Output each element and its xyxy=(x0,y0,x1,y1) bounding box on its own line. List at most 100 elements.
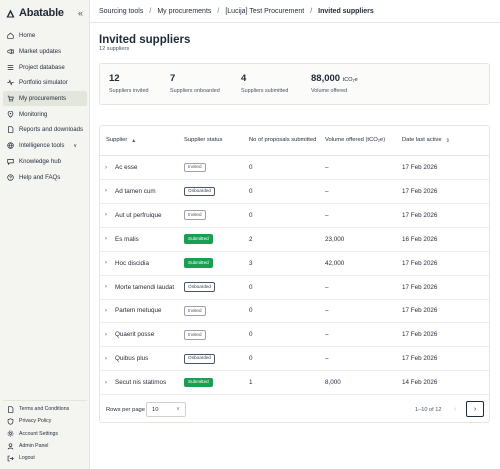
status-badge-cell: Onboarded xyxy=(184,347,215,370)
sidebar-item-terms-and-conditions[interactable]: Terms and Conditions xyxy=(3,403,87,415)
stat-volume: 88,000 tCO₂e Volume offered xyxy=(311,73,358,94)
supplier-name[interactable]: Quibus plus xyxy=(115,347,148,370)
document-icon xyxy=(6,405,14,413)
sidebar-item-help-and-faqs[interactable]: Help and FAQs xyxy=(3,169,87,185)
sidebar-item-project-database[interactable]: Project database xyxy=(3,59,87,75)
breadcrumb-separator: / xyxy=(217,8,220,15)
expand-row-icon[interactable]: › xyxy=(105,276,107,299)
collapse-sidebar-icon[interactable]: « xyxy=(78,8,83,18)
supplier-name[interactable]: Quaerit posse xyxy=(115,323,154,346)
main-nav: Home Market updates Project database Portfo… xyxy=(3,28,87,185)
expand-row-icon[interactable]: › xyxy=(105,180,107,203)
sidebar-item-intelligence-tools[interactable]: Intelligence tools ∨ xyxy=(3,138,87,154)
volume-offered: – xyxy=(325,283,329,291)
column-header-label: Supplier status xyxy=(184,137,223,144)
breadcrumb-procurement[interactable]: [Lucija] Test Procurement xyxy=(225,8,304,15)
proposals-count: 0 xyxy=(249,331,253,339)
sidebar-item-portfolio-simulator[interactable]: Portfolio simulator xyxy=(3,75,87,91)
column-header-volume: Volume offered (tCO₂e) xyxy=(325,126,385,156)
sidebar-item-account-settings[interactable]: Account Settings xyxy=(3,428,87,440)
page-subtitle: 12 suppliers xyxy=(99,46,130,52)
sidebar-item-reports-and-downloads[interactable]: Reports and downloads xyxy=(3,122,87,138)
sort-ascending-icon[interactable]: ▲ xyxy=(131,138,136,145)
date-last-active: 17 Feb 2026 xyxy=(402,164,438,171)
table-row[interactable]: › Morte tamendi laudat Onboarded 0 – 17 Feb 2… xyxy=(100,276,489,300)
stat-value: 4 xyxy=(241,73,247,84)
supplier-name[interactable]: Secut nis statimos xyxy=(115,371,166,394)
table-row[interactable]: › Ac esse Invited 0 – 17 Feb 2026 xyxy=(100,156,489,180)
volume-offered: – xyxy=(325,331,329,339)
stat-value: 7 xyxy=(170,73,176,84)
breadcrumb-separator: / xyxy=(149,8,152,15)
expand-row-icon[interactable]: › xyxy=(105,228,107,251)
stat-unit: tCO₂e xyxy=(342,77,358,83)
table-row[interactable]: › Hoc discidia Submitted 3 42,000 17 Feb 2026 xyxy=(100,252,489,276)
date-last-active: 17 Feb 2026 xyxy=(402,331,438,339)
breadcrumb-my-procurements[interactable]: My procurements xyxy=(157,8,211,15)
status-badge: Invited xyxy=(184,210,206,221)
chevron-right-icon: › xyxy=(473,405,477,413)
sidebar-item-label: Knowledge hub xyxy=(19,157,62,165)
supplier-name[interactable]: Aut ut perfruique xyxy=(115,204,162,227)
sidebar-item-market-updates[interactable]: Market updates xyxy=(3,44,87,60)
sidebar-item-label: Logout xyxy=(19,455,35,462)
expand-row-icon[interactable]: › xyxy=(105,347,107,370)
supplier-name[interactable]: Es malis xyxy=(115,228,139,251)
status-badge-cell: Invited xyxy=(184,299,206,322)
sidebar-item-monitoring[interactable]: Monitoring xyxy=(3,106,87,122)
chevron-down-icon[interactable]: ∨ xyxy=(73,143,77,149)
logo-mark-icon xyxy=(6,8,15,18)
sidebar-item-my-procurements[interactable]: My procurements xyxy=(3,90,87,107)
expand-row-icon[interactable]: › xyxy=(105,299,107,322)
table-row[interactable]: › Quaerit posse Invited 0 – 17 Feb 2026 xyxy=(100,323,489,348)
supplier-name[interactable]: Ad tamen cum xyxy=(115,180,156,203)
expand-row-icon[interactable]: › xyxy=(105,156,107,179)
date-last-active: 17 Feb 2026 xyxy=(402,187,438,195)
date-last-active: 14 Feb 2026 xyxy=(402,379,438,387)
breadcrumb: Sourcing tools / My procurements / [Luci… xyxy=(99,8,374,15)
column-header-date[interactable]: Date last active ⇕ xyxy=(402,126,450,156)
date-last-active: 17 Feb 2026 xyxy=(402,259,438,267)
table-row[interactable]: › Es malis Submitted 2 23,000 16 Feb 2026 xyxy=(100,228,489,252)
sidebar-item-label: Terms and Conditions xyxy=(19,406,70,413)
stat-value: 12 xyxy=(109,73,120,84)
next-page-button[interactable]: › xyxy=(466,401,484,417)
status-badge: Submitted xyxy=(184,234,213,245)
table-row[interactable]: › Ad tamen cum Onboarded 0 – 17 Feb 2026 xyxy=(100,180,489,204)
stat-value: 88,000 tCO₂e xyxy=(311,73,358,84)
sidebar-item-home[interactable]: Home xyxy=(3,28,87,44)
table-row[interactable]: › Quibus plus Onboarded 0 – 17 Feb 2026 xyxy=(100,347,489,372)
sidebar-item-knowledge-hub[interactable]: Knowledge hub xyxy=(3,154,87,170)
status-badge: Invited xyxy=(184,162,206,173)
sort-toggle-icon[interactable]: ⇕ xyxy=(446,138,450,145)
rows-per-page-select[interactable]: 10 ∨ xyxy=(146,402,186,417)
expand-row-icon[interactable]: › xyxy=(105,371,107,394)
supplier-name[interactable]: Morte tamendi laudat xyxy=(115,276,174,299)
stat-volume-number: 88,000 xyxy=(311,73,341,84)
table-row[interactable]: › Secut nis statimos Submitted 1 8,000 14 Feb… xyxy=(100,371,489,396)
expand-row-icon[interactable]: › xyxy=(105,204,107,227)
expand-row-icon[interactable]: › xyxy=(105,323,107,346)
column-header-supplier[interactable]: Supplier ▲ xyxy=(106,126,136,156)
person-icon xyxy=(6,442,14,450)
logo[interactable]: Abatable xyxy=(6,7,64,19)
sidebar-item-logout[interactable]: Logout xyxy=(3,452,87,464)
status-badge: Invited xyxy=(184,306,206,316)
expand-row-icon[interactable]: › xyxy=(105,252,107,275)
breadcrumb-sourcing-tools[interactable]: Sourcing tools xyxy=(99,8,143,15)
stat-onboarded: 7 Suppliers onboarded xyxy=(170,73,220,94)
date-last-active: 17 Feb 2026 xyxy=(402,355,438,363)
supplier-name[interactable]: Partem metuque xyxy=(115,299,162,322)
previous-page-button[interactable]: ‹ xyxy=(446,401,464,417)
table-row[interactable]: › Partem metuque Invited 0 – 17 Feb 2026 xyxy=(100,299,489,324)
sidebar-item-label: Help and FAQs xyxy=(19,173,61,181)
sidebar-item-admin-panel[interactable]: Admin Panel xyxy=(3,440,87,452)
table-row[interactable]: › Aut ut perfruique Invited 0 – 17 Feb 2026 xyxy=(100,204,489,228)
sidebar-item-label: Portfolio simulator xyxy=(19,79,68,87)
sidebar-item-privacy-policy[interactable]: Privacy Policy xyxy=(3,415,87,427)
supplier-name[interactable]: Ac esse xyxy=(115,156,137,179)
status-badge-cell: Invited xyxy=(184,204,206,227)
status-badge: Onboarded xyxy=(184,282,215,292)
volume-offered: 42,000 xyxy=(325,259,345,267)
supplier-name[interactable]: Hoc discidia xyxy=(115,252,149,275)
